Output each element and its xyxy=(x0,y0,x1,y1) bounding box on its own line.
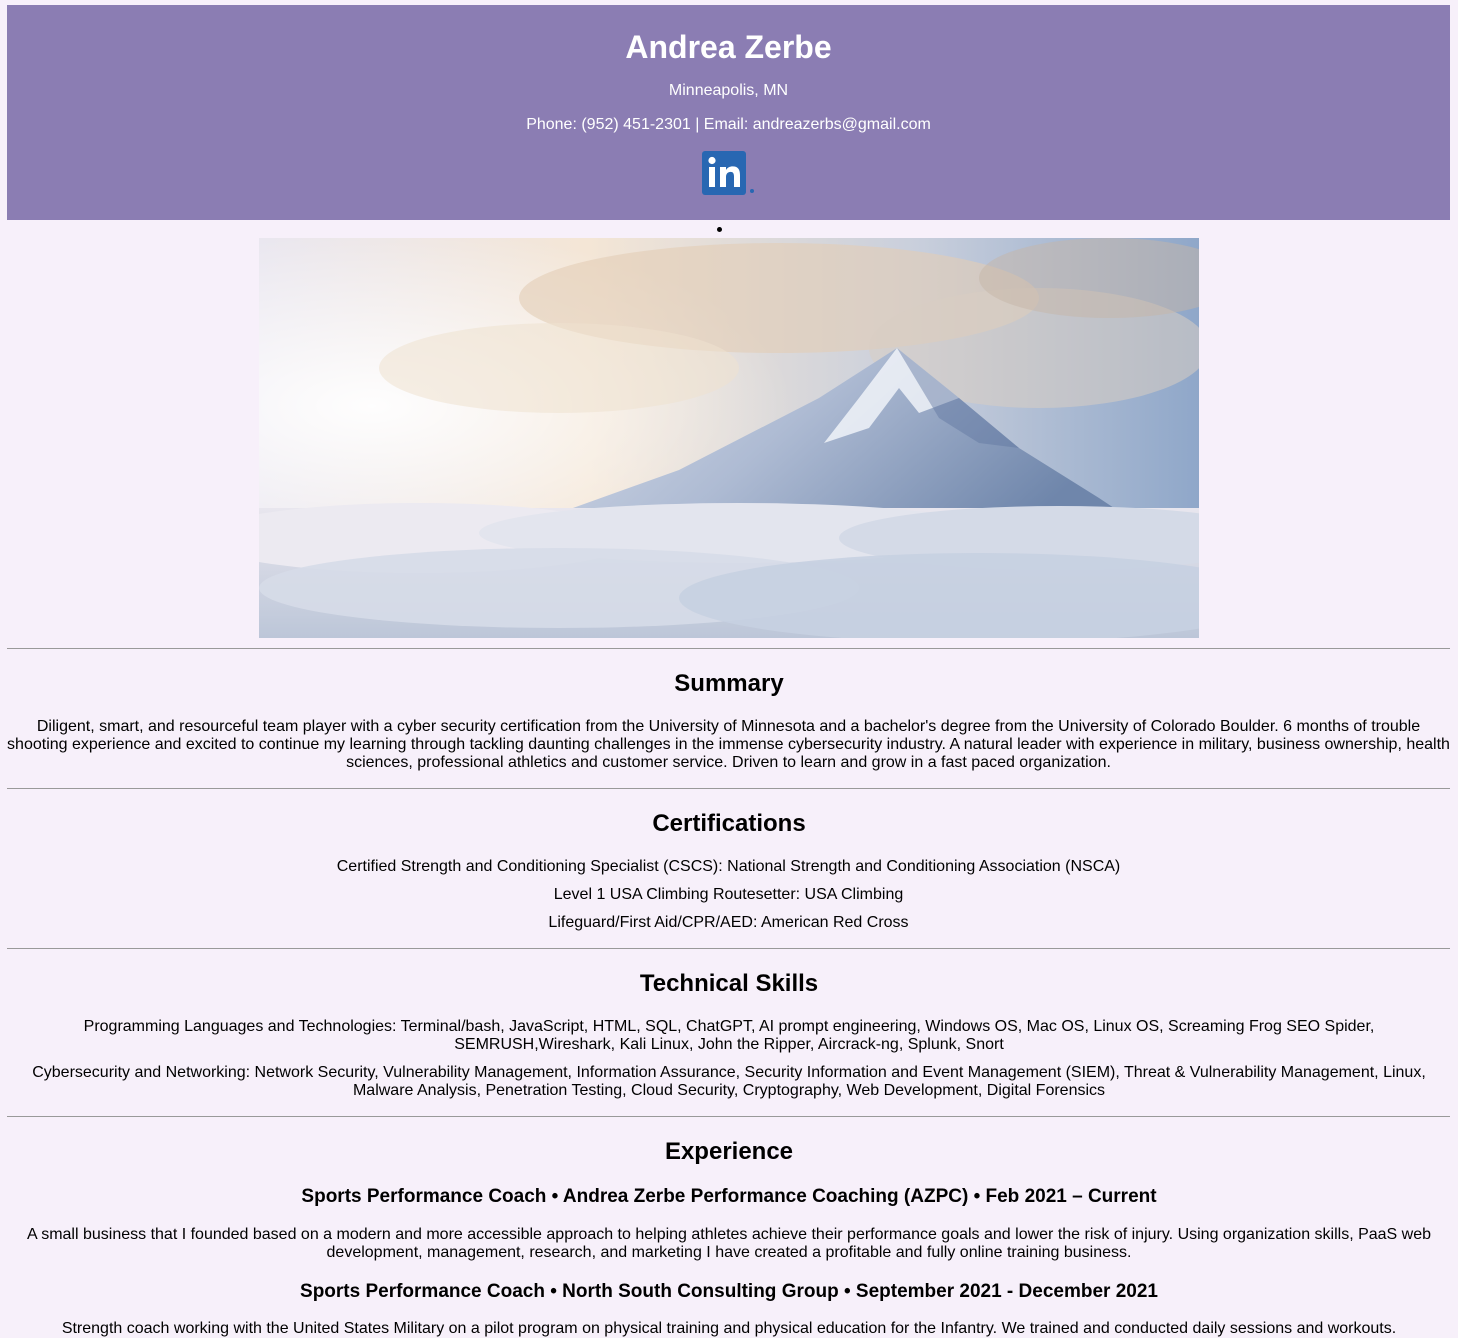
certification-item: Certified Strength and Conditioning Spec… xyxy=(336,858,1121,875)
section-divider xyxy=(7,1116,1450,1117)
section-divider xyxy=(7,788,1450,789)
certification-item: Level 1 USA Climbing Routesetter: USA Cl… xyxy=(553,886,904,903)
experience-heading: Experience xyxy=(664,1138,794,1165)
skill-item: Cybersecurity and Networking: Network Se… xyxy=(32,1064,1426,1099)
resume-name: Andrea Zerbe xyxy=(625,29,832,65)
job-description: Strength coach working with the United S… xyxy=(61,1320,1397,1337)
section-divider xyxy=(7,948,1450,949)
summary-text: Diligent, smart, and resourceful team pl… xyxy=(7,718,1450,771)
job-title: Sports Performance Coach • North South C… xyxy=(300,1281,1158,1302)
job-description: A small business that I founded based on… xyxy=(26,1226,1432,1261)
resume-header: Andrea Zerbe Minneapolis, MN Phone: (952… xyxy=(7,5,1450,220)
summary-heading: Summary xyxy=(674,670,784,697)
certification-item: Lifeguard/First Aid/CPR/AED: American Re… xyxy=(548,914,909,931)
contact-info: Phone: (952) 451-2301 | Email: andreazer… xyxy=(526,116,931,133)
skill-item: Programming Languages and Technologies: … xyxy=(83,1018,1375,1053)
skills-heading: Technical Skills xyxy=(639,970,819,997)
list-bullet xyxy=(717,227,722,232)
location-text: Minneapolis, MN xyxy=(668,82,789,99)
section-divider xyxy=(7,648,1450,649)
job-title: Sports Performance Coach • Andrea Zerbe … xyxy=(301,1186,1157,1207)
certifications-heading: Certifications xyxy=(652,810,806,837)
mountain-banner-image xyxy=(259,238,1199,638)
linkedin-icon[interactable] xyxy=(701,150,757,196)
